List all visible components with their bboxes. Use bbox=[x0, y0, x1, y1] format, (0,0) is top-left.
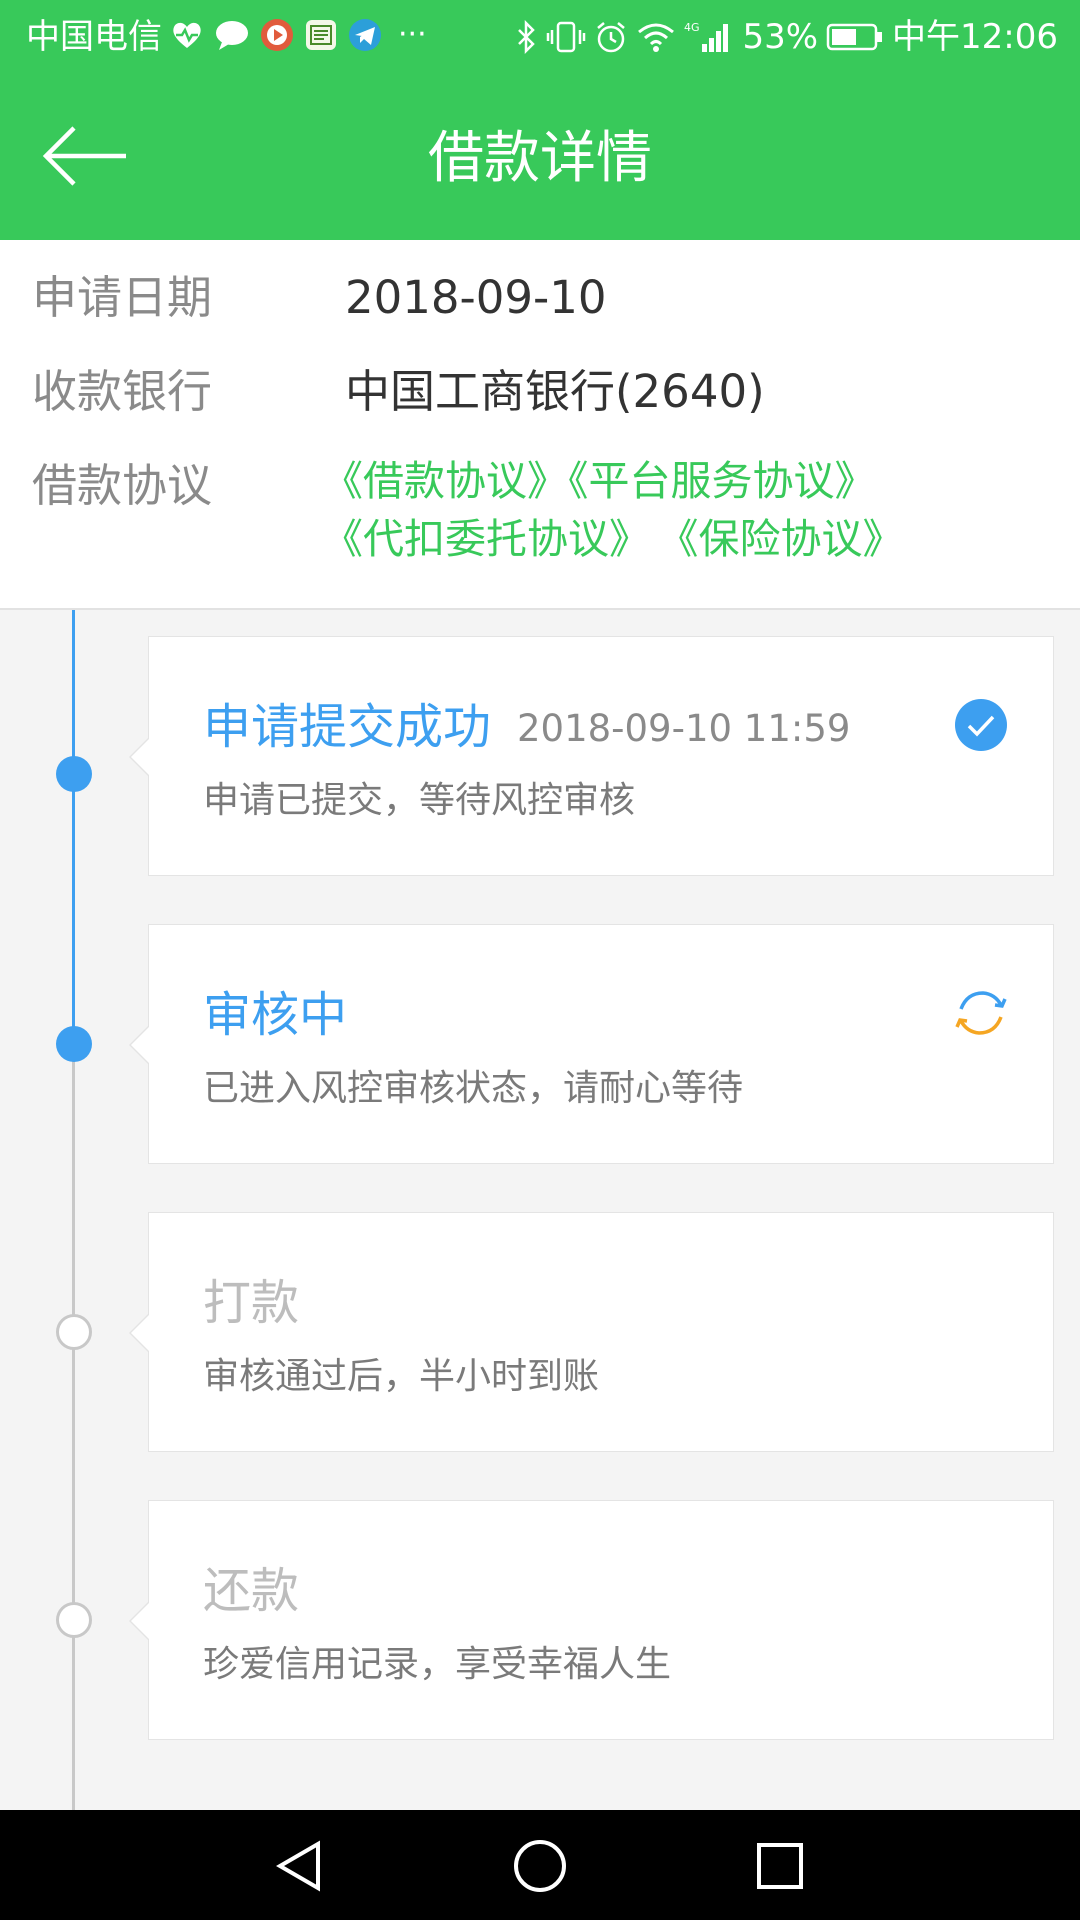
withholding-agreement-link[interactable]: 《代扣委托协议》 bbox=[322, 515, 650, 563]
insurance-agreement-link[interactable]: 《保险协议》 bbox=[678, 515, 904, 563]
loan-agreement-link[interactable]: 《借款协议》 bbox=[322, 457, 568, 505]
refresh-icon bbox=[955, 991, 1007, 1035]
timeline-dot-pending bbox=[56, 1602, 92, 1638]
bluetooth-icon bbox=[518, 20, 536, 54]
clock: 中午12:06 bbox=[892, 17, 1058, 57]
chat-bubble-icon bbox=[216, 21, 248, 50]
step-desc: 申请已提交，等待风控审核 bbox=[203, 780, 636, 821]
step-desc: 已进入风控审核状态，请耐心等待 bbox=[203, 1068, 744, 1109]
step-desc: 珍爱信用记录，享受幸福人生 bbox=[203, 1644, 672, 1685]
alarm-icon bbox=[597, 22, 626, 53]
apply-date-label: 申请日期 bbox=[32, 271, 213, 324]
nav-home-icon[interactable] bbox=[510, 1836, 570, 1896]
svg-text:4G: 4G bbox=[684, 21, 700, 34]
bank-label: 收款银行 bbox=[32, 365, 213, 418]
platform-service-agreement-link[interactable]: 《平台服务协议》 bbox=[568, 457, 876, 505]
nav-bar: 借款详情 bbox=[0, 76, 1080, 240]
agreement-label: 借款协议 bbox=[32, 459, 213, 512]
battery-icon bbox=[826, 23, 883, 51]
check-circle-icon bbox=[955, 699, 1007, 751]
health-heart-icon bbox=[173, 22, 201, 48]
nav-recents-icon[interactable] bbox=[750, 1836, 810, 1896]
notification-icons: ··· bbox=[170, 18, 427, 52]
loan-progress-timeline: 申请提交成功 2018-09-10 11:59 申请已提交，等待风控审核 审核中… bbox=[0, 610, 1080, 1908]
wifi-icon bbox=[638, 23, 675, 52]
reader-app-icon bbox=[306, 20, 336, 50]
system-indicators: 4G 53% 中午12:06 bbox=[516, 14, 1058, 60]
carrier-label: 中国电信 bbox=[26, 17, 162, 57]
vibrate-icon bbox=[547, 21, 586, 53]
agreement-links: 《借款协议》《平台服务协议》 《代扣委托协议》 《保险协议》 bbox=[322, 452, 1022, 568]
loan-info-panel: 申请日期 2018-09-10 收款银行 中国工商银行(2640) 借款协议 《… bbox=[0, 240, 1080, 610]
step-time: 2018-09-10 11:59 bbox=[517, 707, 851, 750]
timeline-dot-pending bbox=[56, 1314, 92, 1350]
more-notifications-icon: ··· bbox=[398, 17, 427, 52]
timeline-dot-done bbox=[56, 756, 92, 792]
timeline-line-pending bbox=[72, 1044, 75, 1908]
telegram-icon bbox=[349, 19, 381, 51]
step-desc: 审核通过后，半小时到账 bbox=[203, 1356, 600, 1397]
nav-back-icon[interactable] bbox=[270, 1836, 330, 1896]
step-title: 申请提交成功 bbox=[203, 699, 492, 755]
battery-percent: 53% bbox=[742, 17, 819, 57]
music-app-icon bbox=[261, 19, 293, 51]
status-bar: 中国电信 ··· 4G 53% 中午12:06 bbox=[0, 0, 1080, 76]
signal-4g-icon: 4G bbox=[684, 21, 729, 52]
step-title: 还款 bbox=[203, 1563, 300, 1619]
step-card-disbursement: 打款 审核通过后，半小时到账 bbox=[129, 1212, 1054, 1452]
timeline-line-done bbox=[72, 610, 75, 1044]
step-card-submitted: 申请提交成功 2018-09-10 11:59 申请已提交，等待风控审核 bbox=[129, 636, 1054, 876]
page-title: 借款详情 bbox=[428, 126, 652, 191]
step-title: 打款 bbox=[203, 1275, 300, 1331]
apply-date-value: 2018-09-10 bbox=[345, 271, 607, 324]
bank-value: 中国工商银行(2640) bbox=[345, 365, 765, 418]
step-card-repayment: 还款 珍爱信用记录，享受幸福人生 bbox=[129, 1500, 1054, 1740]
step-card-reviewing: 审核中 已进入风控审核状态，请耐心等待 bbox=[129, 924, 1054, 1164]
timeline-dot-done bbox=[56, 1026, 92, 1062]
system-nav-bar bbox=[0, 1810, 1080, 1920]
step-title: 审核中 bbox=[203, 987, 348, 1043]
